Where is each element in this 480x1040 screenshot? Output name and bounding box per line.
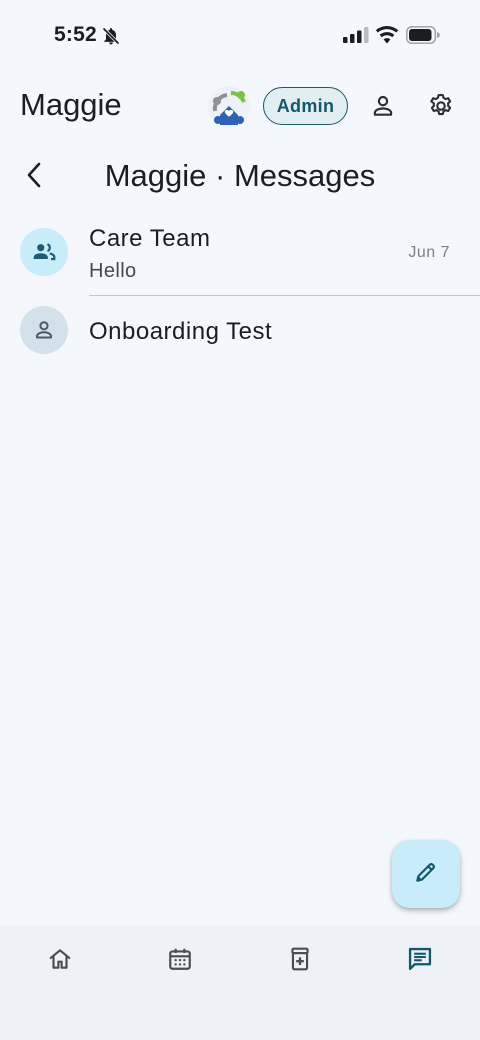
app-title: Maggie bbox=[20, 87, 122, 122]
pencil-icon bbox=[413, 859, 439, 890]
status-time: 5:52 bbox=[54, 23, 97, 46]
admin-role-chip[interactable]: Admin bbox=[263, 87, 348, 125]
back-button[interactable] bbox=[18, 158, 52, 192]
nav-calendar[interactable] bbox=[150, 944, 210, 978]
settings-icon[interactable] bbox=[424, 89, 458, 123]
signal-icon bbox=[343, 27, 369, 48]
bottom-nav bbox=[0, 926, 480, 1040]
compose-message-button[interactable] bbox=[392, 840, 460, 908]
thread-name: Onboarding Test bbox=[89, 318, 273, 345]
status-bar: 5:52 bbox=[0, 0, 480, 70]
thread-date: Jun 7 bbox=[408, 244, 450, 261]
app-logo bbox=[207, 85, 251, 129]
profile-icon[interactable] bbox=[366, 89, 400, 123]
bell-off-icon bbox=[101, 26, 121, 51]
home-icon bbox=[47, 946, 73, 977]
app-header: Maggie Admin bbox=[0, 78, 480, 138]
medication-icon bbox=[287, 946, 313, 977]
battery-icon bbox=[406, 26, 440, 49]
messages-icon bbox=[406, 945, 434, 978]
thread-item-care-team[interactable]: Care Team Hello Jun 7 bbox=[0, 212, 480, 296]
calendar-icon bbox=[167, 946, 193, 977]
wifi-icon bbox=[375, 26, 399, 49]
thread-list: Care Team Hello Jun 7 Onboarding Test bbox=[0, 212, 480, 366]
nav-home[interactable] bbox=[30, 944, 90, 978]
messages-header: Maggie · Messages bbox=[0, 148, 480, 204]
nav-medications[interactable] bbox=[270, 944, 330, 978]
group-avatar-icon bbox=[20, 228, 68, 276]
thread-preview: Hello bbox=[89, 260, 137, 282]
person-avatar-icon bbox=[20, 306, 68, 354]
thread-item-onboarding-test[interactable]: Onboarding Test bbox=[0, 296, 480, 366]
nav-messages[interactable] bbox=[390, 944, 450, 978]
thread-name: Care Team bbox=[89, 225, 211, 252]
page-title: Maggie · Messages bbox=[104, 158, 376, 193]
